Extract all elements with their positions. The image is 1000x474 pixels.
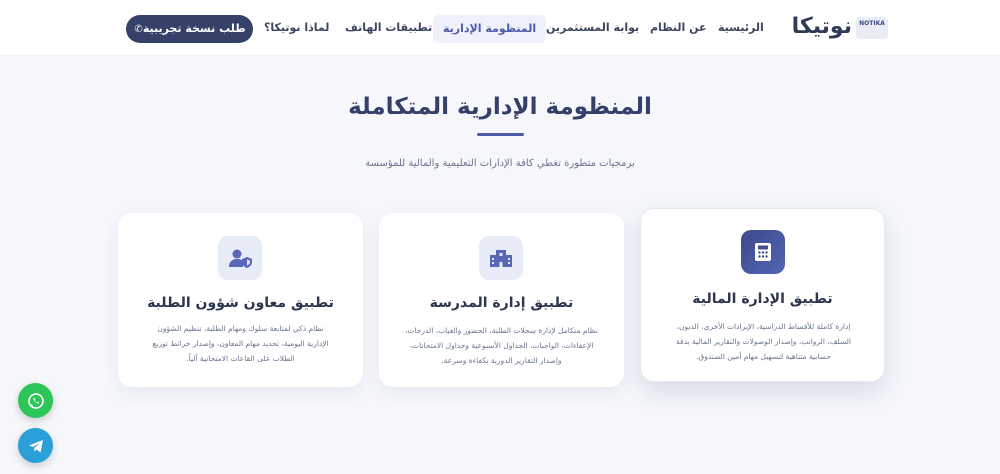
calculator-icon: [741, 230, 785, 274]
demo-label: طلب نسخة تجريبية: [142, 22, 246, 35]
title-underline: [477, 133, 524, 136]
user-shield-icon: [218, 236, 262, 280]
logo-badge: NOTIKA: [856, 17, 888, 39]
school-building-icon: [479, 236, 523, 280]
nav-link-investors[interactable]: بوابة المستثمرين: [546, 17, 639, 39]
card-school-desc: نظام متكامل لإدارة سجلات الطلبة، الحضور …: [404, 326, 599, 365]
card-school-title: تطبيق إدارة المدرسة: [429, 295, 574, 311]
card-finance-desc: إدارة كاملة للأقساط الدراسية، الإيرادات …: [675, 322, 852, 361]
card-school[interactable]: تطبيق إدارة المدرسة نظام متكامل لإدارة س…: [379, 213, 624, 387]
whatsapp-button[interactable]: [18, 383, 53, 418]
page-title: المنظومة الإدارية المتكاملة: [348, 94, 652, 120]
whatsapp-icon: [27, 392, 44, 409]
telegram-icon: [28, 439, 43, 452]
logo-text: نوتيكا: [791, 14, 852, 39]
card-student-affairs-title: تطبيق معاون شؤون الطلبة: [147, 295, 334, 311]
telegram-button[interactable]: [18, 428, 53, 463]
nav-link-about[interactable]: عن النظام: [650, 17, 707, 39]
nav-link-admin-system[interactable]: المنظومة الإدارية: [433, 15, 547, 43]
phone-icon: ✆: [134, 24, 143, 35]
card-student-affairs[interactable]: تطبيق معاون شؤون الطلبة نظام ذكي لمتابعة…: [118, 213, 363, 387]
nav-link-why[interactable]: لماذا نوتيكا؟: [264, 17, 329, 39]
card-finance[interactable]: تطبيق الإدارة المالية إدارة كاملة للأقسا…: [640, 208, 885, 382]
nav-link-mobile-apps[interactable]: تطبيقات الهاتف: [345, 17, 432, 39]
card-student-affairs-desc: نظام ذكي لمتابعة سلوك ومهام الطلبة، تنظي…: [152, 324, 329, 363]
card-finance-title: تطبيق الإدارة المالية: [692, 291, 833, 307]
page-subtitle: برمجيات متطورة تغطي كافة الإدارات التعلي…: [365, 158, 635, 169]
top-navbar: نوتيكا NOTIKA الرئيسية عن النظام بوابة ا…: [0, 0, 1000, 56]
logo[interactable]: نوتيكا NOTIKA: [792, 12, 888, 46]
nav-link-home[interactable]: الرئيسية: [718, 17, 764, 39]
request-demo-button[interactable]: طلب نسخة تجريبية✆: [126, 15, 253, 43]
